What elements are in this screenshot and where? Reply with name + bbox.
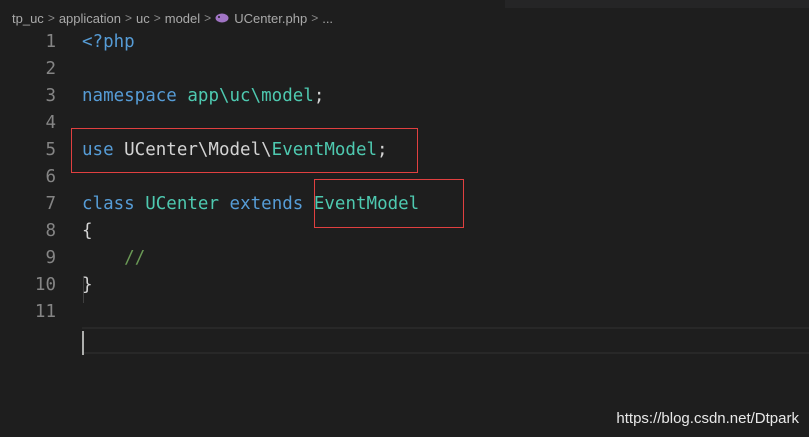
tab-strip-empty-area	[505, 0, 809, 8]
code-token: EventModel	[313, 194, 420, 214]
watermark: https://blog.csdn.net/Dtpark	[616, 410, 799, 427]
line-number: 3	[45, 86, 56, 106]
breadcrumb-item-model[interactable]: model	[165, 11, 200, 26]
code-line[interactable]: 3 namespace app\uc\model;	[0, 83, 809, 110]
line-number: 6	[45, 167, 56, 187]
code-line[interactable]: 10}	[0, 272, 809, 299]
line-number: 7	[45, 194, 56, 214]
code-content[interactable]: //	[82, 245, 145, 272]
line-number: 2	[45, 59, 56, 79]
code-token: ;	[313, 86, 325, 106]
current-line-highlight	[82, 327, 809, 354]
code-line[interactable]: 1 <?php	[0, 29, 809, 56]
editor-tab-strip	[0, 0, 809, 8]
chevron-right-icon: >	[311, 11, 319, 25]
code-token: }	[82, 275, 93, 295]
line-number: 11	[34, 302, 56, 322]
code-token: use	[82, 140, 114, 160]
code-token: ;	[377, 140, 388, 160]
breadcrumb-item-tp-uc[interactable]: tp_uc	[12, 11, 44, 26]
code-content[interactable]: use UCenter\Model\EventModel;	[82, 137, 388, 164]
code-content[interactable]: namespace app\uc\model;	[82, 83, 324, 110]
code-editor[interactable]: 1 <?php 2 3 namespace app\uc\model; 4 5 use UCe…	[0, 30, 809, 437]
code-line[interactable]: 9 //	[0, 245, 809, 272]
code-line[interactable]: 2	[0, 56, 809, 83]
code-line[interactable]: 11	[0, 299, 809, 326]
code-line[interactable]: 6	[0, 164, 809, 191]
line-number: 10	[34, 275, 56, 295]
code-line[interactable]: 5 use UCenter\Model\EventModel;	[0, 137, 809, 164]
code-content[interactable]: class UCenter extends EventModel	[82, 191, 419, 218]
chevron-right-icon: >	[153, 11, 161, 25]
code-line[interactable]: 7 class UCenter extends EventModel	[0, 191, 809, 218]
code-token: app\uc\model	[187, 86, 314, 106]
chevron-right-icon: >	[47, 11, 55, 25]
code-token: //	[124, 248, 146, 268]
code-token: EventModel	[271, 140, 378, 160]
line-number: 5	[45, 140, 56, 160]
line-number: 9	[45, 248, 56, 268]
code-token: {	[82, 221, 93, 241]
code-line[interactable]: 8{	[0, 218, 809, 245]
code-content[interactable]: <?php	[82, 29, 135, 56]
code-token: namespace	[82, 86, 177, 106]
code-line[interactable]: 4	[0, 110, 809, 137]
code-content[interactable]: {	[82, 218, 93, 245]
php-elephant-icon	[215, 13, 229, 23]
line-number: 4	[45, 113, 56, 133]
breadcrumb-item-application[interactable]: application	[59, 11, 121, 26]
line-number: 1	[45, 32, 56, 52]
breadcrumb: tp_uc > application > uc > model > UCent…	[12, 9, 333, 27]
line-number: 8	[45, 221, 56, 241]
chevron-right-icon: >	[204, 11, 212, 25]
breadcrumb-item-file[interactable]: UCenter.php	[234, 11, 307, 26]
code-token: UCenter\Model\	[113, 140, 272, 160]
chevron-right-icon: >	[124, 11, 132, 25]
code-token: UCenter	[145, 194, 219, 214]
code-token: extends	[229, 194, 304, 214]
code-content[interactable]: }	[82, 272, 93, 299]
code-token: <?php	[82, 32, 135, 52]
breadcrumb-item-uc[interactable]: uc	[136, 11, 150, 26]
code-token: class	[82, 194, 135, 214]
breadcrumb-item-symbols[interactable]: ...	[322, 11, 333, 26]
text-cursor	[82, 331, 84, 355]
